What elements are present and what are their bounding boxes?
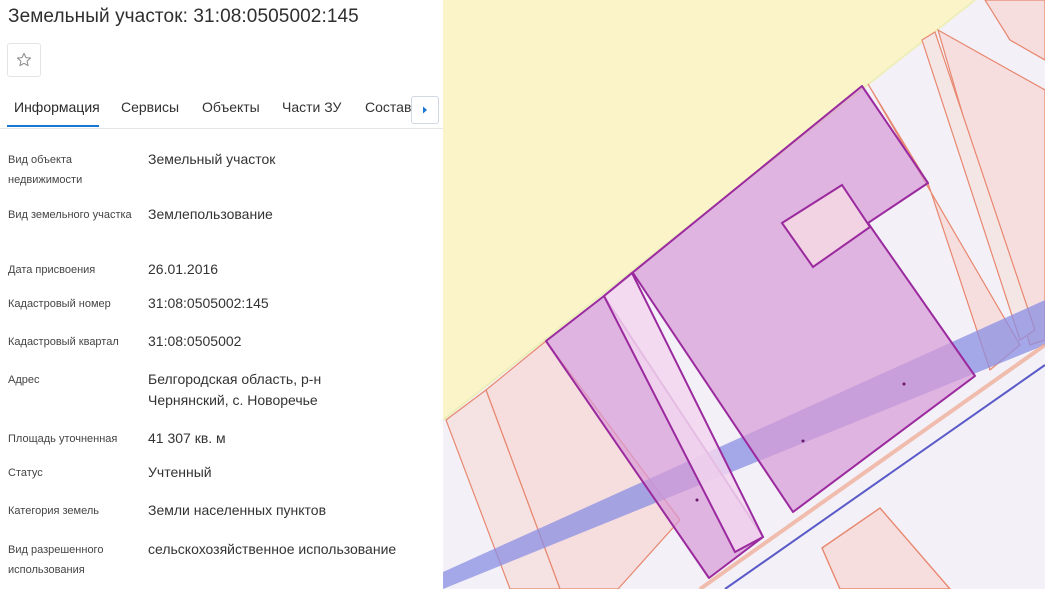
field-label: Вид разрешенного использования bbox=[8, 544, 104, 576]
page-title: Земельный участок: 31:08:0505002:145 bbox=[8, 6, 359, 27]
field-value: Земли населенных пунктов bbox=[148, 502, 327, 518]
field-value: Землепользование bbox=[148, 206, 273, 222]
tab-bar: Информация Сервисы Объекты Части ЗУ Сост… bbox=[0, 92, 443, 129]
cadastral-map[interactable] bbox=[443, 0, 1045, 589]
field-label: Кадастровый квартал bbox=[8, 336, 119, 348]
point-marker bbox=[902, 382, 906, 386]
tabs-next-button[interactable] bbox=[411, 96, 439, 124]
field-value: 26.01.2016 bbox=[148, 261, 219, 277]
info-panel: Земельный участок: 31:08:0505002:145 Инф… bbox=[0, 0, 443, 589]
tab-parts[interactable]: Части ЗУ bbox=[282, 99, 341, 125]
field-value: 31:08:0505002:145 bbox=[148, 295, 269, 311]
point-marker bbox=[801, 439, 805, 443]
field-label: Кадастровый номер bbox=[8, 298, 111, 310]
tab-objects[interactable]: Объекты bbox=[202, 99, 260, 125]
field-value: Земельный участок bbox=[148, 151, 276, 167]
field-value: 41 307 кв. м bbox=[148, 430, 226, 446]
field-label: Категория земель bbox=[8, 505, 99, 517]
field-label: Вид объекта недвижимости bbox=[8, 154, 83, 186]
field-value: сельскохозяйственное использование bbox=[148, 541, 397, 557]
map-canvas[interactable] bbox=[443, 0, 1045, 589]
caret-right-icon bbox=[423, 106, 427, 114]
tab-services[interactable]: Сервисы bbox=[121, 99, 179, 125]
favorite-button[interactable] bbox=[7, 43, 41, 77]
field-label: Вид земельного участка bbox=[8, 209, 132, 221]
active-tab-indicator bbox=[7, 125, 99, 127]
field-label: Площадь уточненная bbox=[8, 433, 118, 445]
point-marker bbox=[695, 498, 699, 502]
field-value: Белгородская область, р-н Чернянский, с.… bbox=[148, 371, 322, 408]
field-value: 31:08:0505002 bbox=[148, 333, 242, 349]
field-label: Дата присвоения bbox=[8, 264, 96, 276]
tab-info[interactable]: Информация bbox=[14, 99, 100, 125]
field-value: Учтенный bbox=[148, 464, 212, 480]
field-label: Адрес bbox=[8, 374, 40, 386]
star-outline-icon bbox=[16, 52, 32, 67]
field-label: Статус bbox=[8, 467, 43, 479]
tab-composition[interactable]: Состав bbox=[365, 99, 411, 125]
